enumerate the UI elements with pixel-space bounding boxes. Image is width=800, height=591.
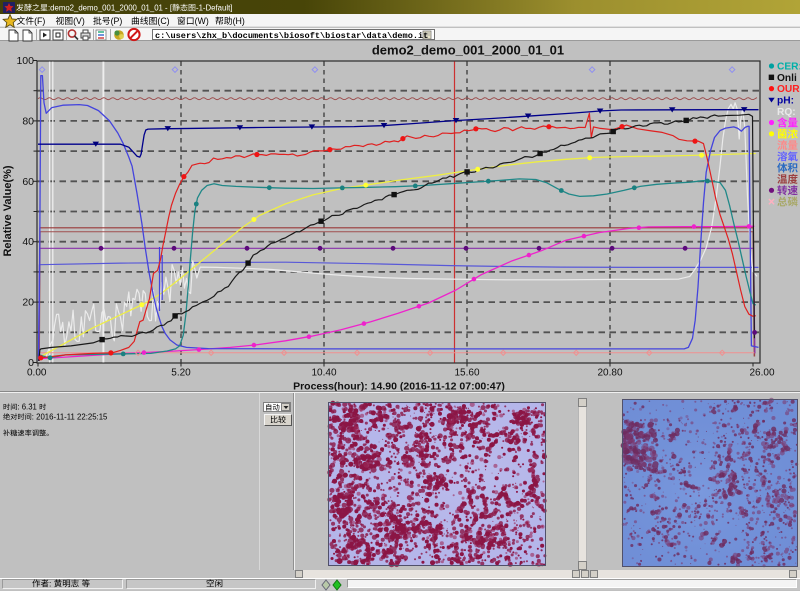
svg-text:pH:: pH: bbox=[777, 96, 794, 107]
svg-text:26.00: 26.00 bbox=[749, 368, 774, 379]
svg-text:20: 20 bbox=[22, 297, 34, 309]
svg-text:5.20: 5.20 bbox=[171, 368, 191, 379]
svg-text:80: 80 bbox=[22, 115, 34, 127]
svg-text:40: 40 bbox=[22, 236, 34, 248]
svg-text:RQ:: RQ: bbox=[777, 107, 796, 118]
svg-text:Relative Value(%): Relative Value(%) bbox=[2, 165, 14, 256]
svg-text:Onli: Onli bbox=[777, 73, 797, 84]
svg-text:60: 60 bbox=[22, 176, 34, 188]
svg-text:100: 100 bbox=[16, 55, 34, 67]
svg-text:demo2_demo_001_2000_01_01: demo2_demo_001_2000_01_01 bbox=[372, 43, 564, 58]
svg-text:OUR:: OUR: bbox=[777, 84, 800, 95]
svg-text:CER:: CER: bbox=[777, 62, 800, 73]
svg-text:20.80: 20.80 bbox=[597, 368, 622, 379]
svg-text:10.40: 10.40 bbox=[311, 368, 336, 379]
svg-text:15.60: 15.60 bbox=[454, 368, 479, 379]
svg-text:0.00: 0.00 bbox=[27, 368, 47, 379]
